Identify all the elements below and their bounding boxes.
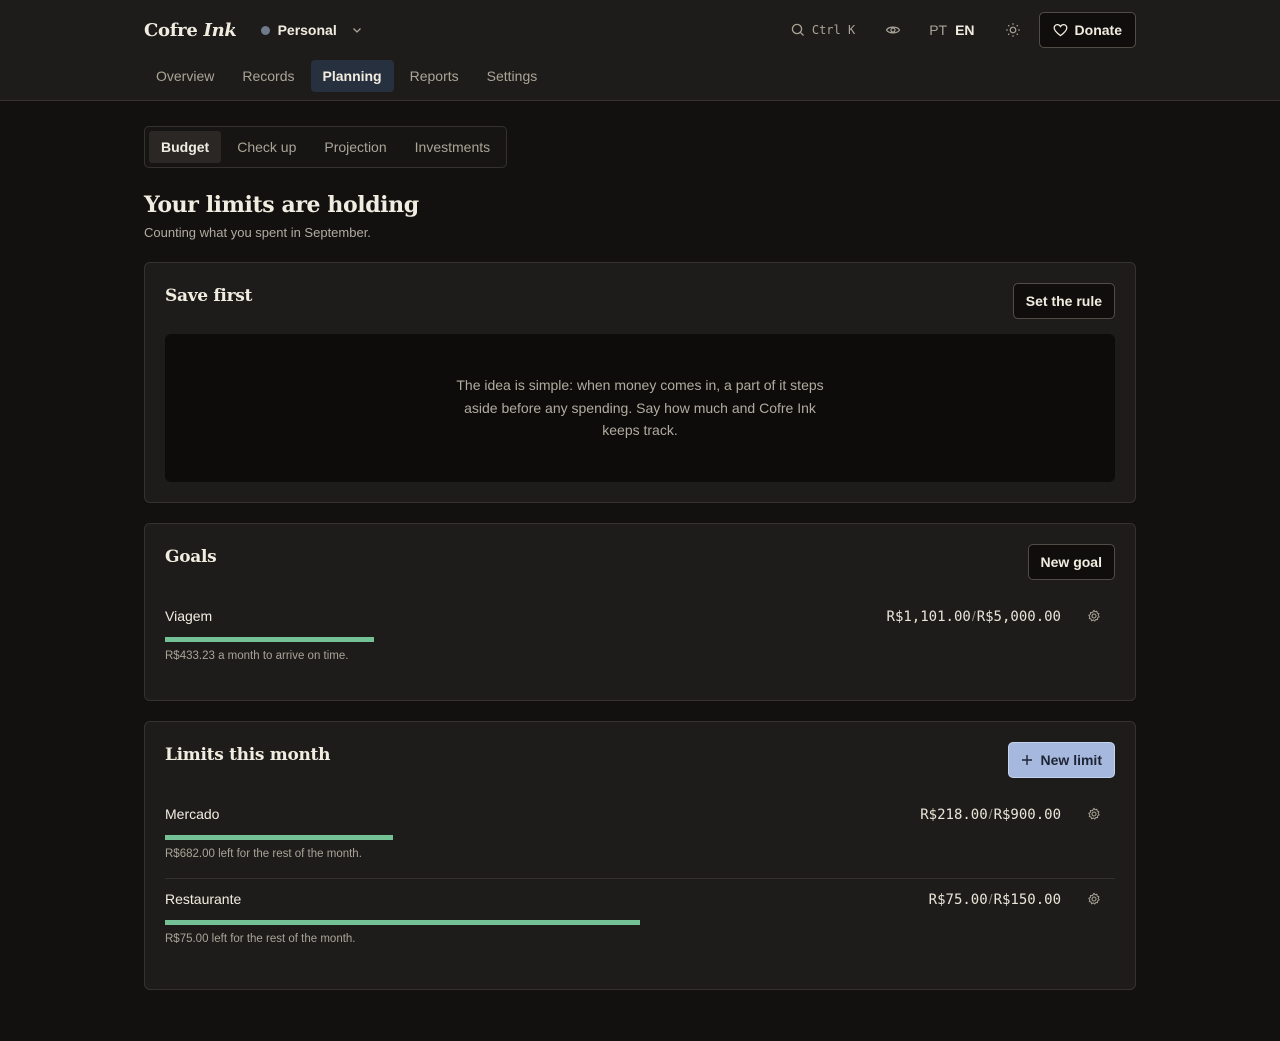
tab-investments[interactable]: Investments (403, 131, 502, 163)
theme-sun-icon[interactable] (1005, 22, 1021, 38)
gear-icon[interactable] (1087, 807, 1101, 821)
language-switcher: PT EN (929, 22, 974, 38)
plus-icon (1021, 755, 1032, 765)
brand-name: Cofre (144, 19, 198, 41)
limit-total: R$900.00 (993, 807, 1061, 823)
donate-button[interactable]: Donate (1038, 12, 1136, 48)
goals-card: Goals New goal Viagem R$1,101.00/R$5,000… (144, 523, 1136, 701)
brand-name-italic: Ink (203, 19, 237, 41)
nav-overview[interactable]: Overview (144, 60, 226, 92)
tab-check-up[interactable]: Check up (225, 131, 308, 163)
language-en[interactable]: EN (955, 22, 974, 38)
limit-note: R$75.00 left for the rest of the month. (165, 933, 356, 945)
donate-label: Donate (1074, 22, 1122, 38)
limit-progress-bar (165, 835, 393, 840)
search-button[interactable]: Ctrl K (791, 23, 855, 37)
tab-budget[interactable]: Budget (149, 131, 222, 163)
new-limit-label: New limit (1040, 752, 1102, 768)
goal-progress-track (165, 637, 1115, 642)
goal-target: R$5,000.00 (976, 609, 1061, 625)
goal-amount: R$1,101.00/R$5,000.00 (887, 608, 1061, 625)
brand-logo[interactable]: Cofre Ink (144, 20, 237, 41)
limit-amount: R$75.00/R$150.00 (929, 891, 1061, 908)
nav-records[interactable]: Records (230, 60, 306, 92)
amount-separator: / (971, 608, 976, 624)
limits-card: Limits this month New limit Mercado R$21… (144, 721, 1136, 990)
goal-row: Viagem R$1,101.00/R$5,000.00 R$433.23 a … (165, 608, 1115, 680)
amount-separator: / (988, 806, 993, 822)
main-content: Budget Check up Projection Investments Y… (144, 101, 1136, 990)
limits-title: Limits this month (165, 745, 331, 765)
limit-progress-track (165, 920, 1115, 925)
planning-tabs: Budget Check up Projection Investments (144, 126, 508, 168)
limit-amount: R$218.00/R$900.00 (920, 806, 1061, 823)
limit-row: Restaurante R$75.00/R$150.00 R$75.00 lef… (165, 878, 1115, 969)
chevron-down-icon (352, 28, 361, 33)
new-goal-button[interactable]: New goal (1027, 544, 1115, 580)
save-first-empty-state: The idea is simple: when money comes in,… (165, 334, 1115, 482)
tab-projection[interactable]: Projection (312, 131, 398, 163)
workspace-label: Personal (277, 22, 337, 38)
goals-title: Goals (165, 547, 217, 567)
eye-icon[interactable] (885, 22, 901, 38)
workspace-color-dot (260, 25, 270, 35)
heart-icon (1053, 23, 1067, 37)
amount-separator: / (988, 891, 993, 907)
set-the-rule-button[interactable]: Set the rule (1012, 283, 1115, 319)
save-first-title: Save first (165, 286, 253, 306)
search-icon (791, 23, 804, 37)
page-title: Your limits are holding (144, 192, 419, 218)
goal-note: R$433.23 a month to arrive on time. (165, 650, 349, 662)
gear-icon[interactable] (1087, 609, 1101, 623)
workspace-switcher[interactable]: Personal (260, 22, 363, 38)
limit-progress-bar (165, 920, 640, 925)
new-limit-button[interactable]: New limit (1007, 742, 1115, 778)
top-bar: Cofre Ink Personal Ctrl K PT EN Donate O… (0, 0, 1280, 101)
nav-planning[interactable]: Planning (310, 60, 394, 92)
search-shortcut: Ctrl K (811, 23, 856, 37)
language-pt[interactable]: PT (929, 22, 947, 38)
limit-row: Mercado R$218.00/R$900.00 R$682.00 left … (165, 806, 1115, 878)
nav-settings[interactable]: Settings (475, 60, 550, 92)
main-nav: Overview Records Planning Reports Settin… (144, 60, 549, 92)
nav-reports[interactable]: Reports (398, 60, 471, 92)
gear-icon[interactable] (1087, 892, 1101, 906)
limit-total: R$150.00 (993, 892, 1061, 908)
limit-spent: R$218.00 (920, 807, 988, 823)
page-subtitle: Counting what you spent in September. (144, 225, 371, 240)
limit-note: R$682.00 left for the rest of the month. (165, 848, 362, 860)
save-first-card: Save first Set the rule The idea is simp… (144, 262, 1136, 503)
limit-progress-track (165, 835, 1115, 840)
limit-spent: R$75.00 (928, 892, 988, 908)
save-first-description: The idea is simple: when money comes in,… (456, 377, 824, 439)
goal-current: R$1,101.00 (886, 609, 971, 625)
goal-progress-bar (165, 637, 374, 642)
